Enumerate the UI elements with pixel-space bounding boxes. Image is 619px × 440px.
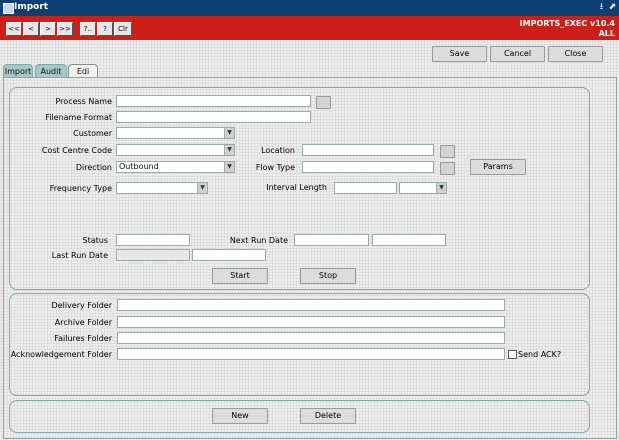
acknowledgement-folder-label: Acknowledgement Folder: [10, 350, 112, 359]
failures-folder-label: Failures Folder: [54, 334, 112, 343]
filename-format-label: Filename Format: [45, 113, 112, 122]
app-scope: ALL: [598, 29, 615, 38]
help-button[interactable]: ?: [97, 22, 113, 36]
tab-edi[interactable]: Edi: [68, 64, 98, 78]
failures-folder-input[interactable]: [117, 332, 505, 344]
maximize-icon[interactable]: ⬈: [607, 2, 618, 13]
status-input[interactable]: [116, 234, 190, 246]
cost-centre-code-label: Cost Centre Code: [41, 146, 112, 155]
new-button[interactable]: New: [212, 408, 268, 424]
next-run-date-input[interactable]: [294, 234, 369, 246]
app-version: IMPORTS_EXEC v10.4: [519, 19, 615, 28]
flow-type-input[interactable]: [302, 161, 434, 173]
customer-select[interactable]: ▼: [116, 127, 235, 139]
chevron-down-icon[interactable]: ▼: [224, 128, 234, 138]
interval-length-input[interactable]: [334, 182, 397, 194]
chevron-down-icon[interactable]: ▼: [224, 162, 234, 172]
previous-record-button[interactable]: <: [23, 22, 39, 36]
next-record-button[interactable]: >: [40, 22, 56, 36]
frequency-type-select[interactable]: ▼: [116, 182, 208, 194]
window-app-icon: [3, 3, 14, 14]
chevron-down-icon[interactable]: ▼: [197, 183, 207, 193]
window-title: Import: [14, 2, 49, 12]
direction-select[interactable]: Outbound ▼: [116, 161, 235, 173]
process-name-input[interactable]: [116, 95, 311, 107]
direction-label: Direction: [75, 163, 112, 172]
process-name-label: Process Name: [55, 97, 113, 106]
customer-label: Customer: [73, 129, 112, 138]
close-button[interactable]: Close: [548, 46, 603, 62]
cost-centre-code-select[interactable]: ▼: [116, 144, 235, 156]
params-button[interactable]: Params: [470, 159, 526, 175]
delivery-folder-input[interactable]: [117, 299, 505, 311]
direction-value: Outbound: [119, 162, 159, 171]
frequency-type-label: Frequency Type: [49, 184, 112, 193]
save-button[interactable]: Save: [432, 46, 487, 62]
location-lov-button[interactable]: [440, 145, 455, 158]
delete-button[interactable]: Delete: [300, 408, 356, 424]
filename-format-input[interactable]: [116, 111, 311, 123]
start-button[interactable]: Start: [212, 268, 268, 284]
app-identifier: IMPORTS_EXEC v10.4 ALL: [520, 19, 615, 39]
last-run-time-input: [192, 249, 266, 261]
import-window: Import ⭳ ⬈ << < > >> ?.. ? Clr IMPORTS_E…: [0, 0, 619, 440]
first-record-button[interactable]: <<: [6, 22, 22, 36]
next-run-time-input[interactable]: [372, 234, 446, 246]
next-run-date-label: Next Run Date: [229, 236, 288, 245]
location-label: Location: [261, 146, 295, 155]
flow-type-lov-button[interactable]: [440, 162, 455, 175]
chevron-down-icon[interactable]: ▼: [224, 145, 234, 155]
flow-type-label: Flow Type: [255, 163, 295, 172]
cancel-button[interactable]: Cancel: [490, 46, 545, 62]
interval-length-label: Interval Length: [266, 183, 327, 192]
title-bar: Import ⭳ ⬈: [0, 0, 619, 16]
process-name-lov-button[interactable]: [316, 96, 331, 109]
archive-folder-label: Archive Folder: [54, 318, 112, 327]
acknowledgement-folder-input[interactable]: [117, 348, 505, 360]
help-list-button[interactable]: ?..: [80, 22, 96, 36]
send-ack-label: Send ACK?: [518, 350, 562, 359]
send-ack-checkbox[interactable]: [508, 350, 517, 359]
last-run-date-label: Last Run Date: [51, 251, 108, 260]
location-input[interactable]: [302, 144, 434, 156]
delivery-folder-label: Delivery Folder: [51, 301, 112, 310]
last-record-button[interactable]: >>: [57, 22, 73, 36]
tab-audit[interactable]: Audit: [35, 64, 67, 78]
last-run-date-input: [116, 249, 190, 261]
minimize-icon[interactable]: ⭳: [596, 2, 607, 13]
archive-folder-input[interactable]: [117, 316, 505, 328]
stop-button[interactable]: Stop: [300, 268, 356, 284]
tab-import[interactable]: Import: [3, 64, 33, 78]
clear-button[interactable]: Clr: [114, 22, 132, 36]
interval-unit-select[interactable]: ▼: [399, 182, 447, 194]
status-label: Status: [82, 236, 109, 245]
chevron-down-icon[interactable]: ▼: [436, 183, 446, 193]
toolbar: << < > >> ?.. ? Clr IMPORTS_EXEC v10.4 A…: [0, 16, 619, 40]
